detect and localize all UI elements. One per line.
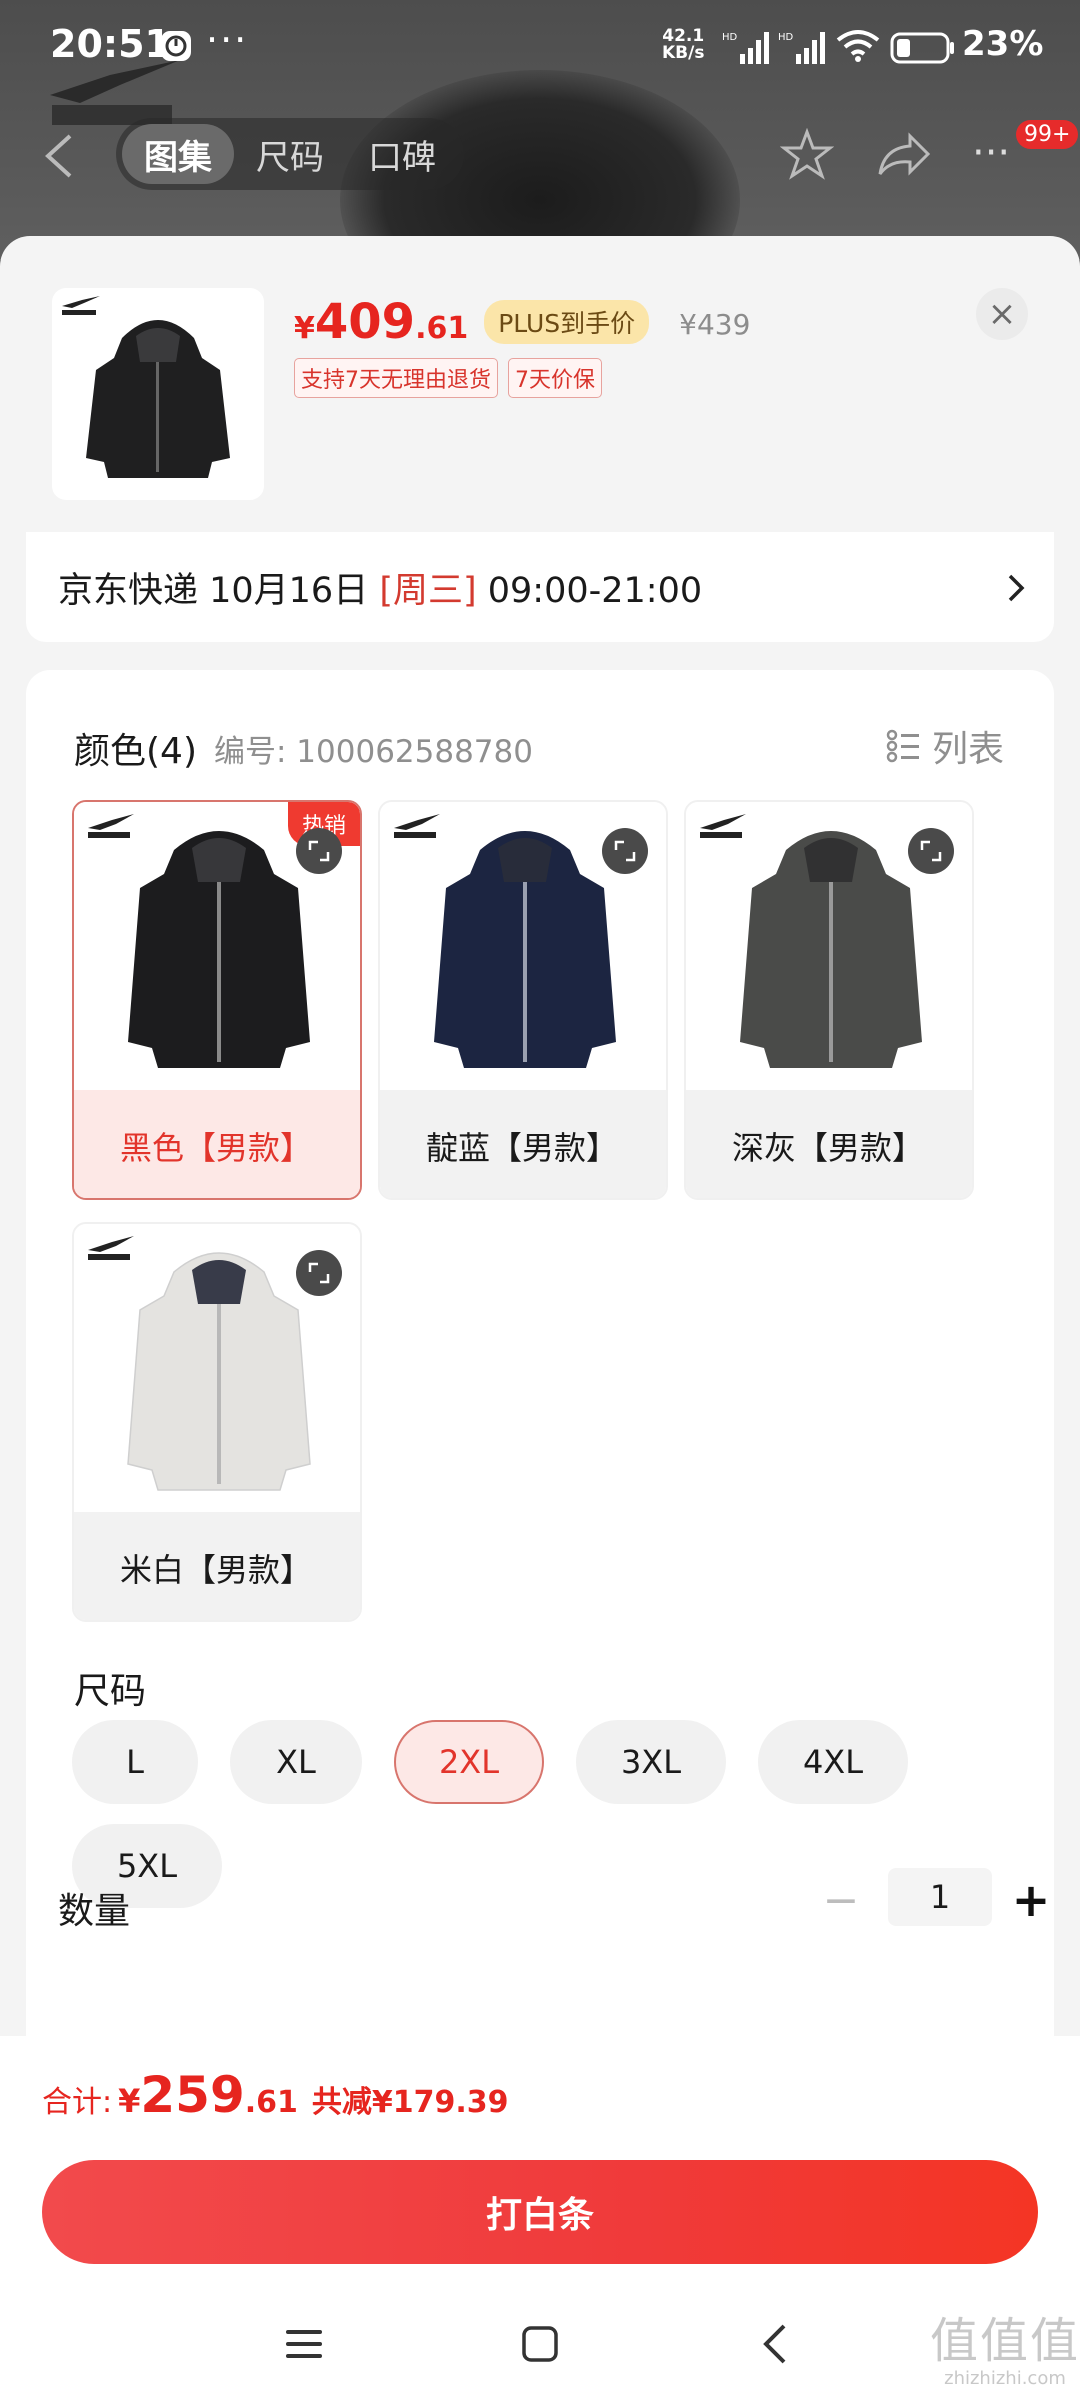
swatch-label: 米白【男款】 <box>74 1512 360 1620</box>
expand-icon[interactable] <box>296 828 342 874</box>
notification-dots: ··· <box>206 18 249 62</box>
total-integer: 259 <box>140 2066 245 2124</box>
checkout-footer: 合计: ¥ 259 .61 共减¥179.39 打白条 值值值 zhizhizh… <box>0 2036 1080 2400</box>
size-option-xl[interactable]: XL <box>230 1720 362 1804</box>
swatch-label: 深灰【男款】 <box>686 1090 972 1198</box>
watermark-logo: 值值值 <box>930 2313 1080 2369</box>
price-symbol: ¥ <box>294 311 315 346</box>
quantity-input[interactable]: 1 <box>888 1868 992 1926</box>
quantity-title: 数量 <box>58 1891 131 1932</box>
delivery-date: 京东快递 10月16日 <box>58 571 380 611</box>
expand-icon[interactable] <box>602 828 648 874</box>
signal-hd-label-2: HD <box>778 32 794 43</box>
original-price: ¥439 <box>679 308 751 341</box>
color-section-title: 颜色(4) <box>74 731 197 772</box>
tab-reviews[interactable]: 口碑 <box>346 124 458 184</box>
size-option-l[interactable]: L <box>72 1720 198 1804</box>
list-view-toggle[interactable]: 列表 <box>886 720 1004 772</box>
signal-icon-2: HD <box>778 32 825 64</box>
chevron-right-icon <box>1008 574 1025 602</box>
battery-icon <box>890 32 954 64</box>
timer-icon <box>161 31 191 61</box>
expand-icon[interactable] <box>296 1250 342 1296</box>
home-icon[interactable] <box>520 2324 560 2364</box>
product-thumbnail[interactable] <box>52 288 264 500</box>
product-nav-bar: 图集 尺码 口碑 ··· 99+ <box>0 110 1080 200</box>
total-decimal: .61 <box>244 2085 298 2120</box>
close-button[interactable]: × <box>976 288 1028 340</box>
quantity-decrease-button[interactable]: − <box>816 1878 866 1928</box>
favorite-star-icon[interactable] <box>780 128 834 182</box>
battery-percent: 23% <box>962 24 1044 64</box>
expand-icon[interactable] <box>908 828 954 874</box>
tag-return-policy: 支持7天无理由退货 <box>294 358 498 398</box>
service-tags: 支持7天无理由退货 7天价保 <box>294 358 602 398</box>
delivery-text: 京东快递 10月16日 [周三] 09:00-21:00 <box>58 562 702 613</box>
swatch-label: 靛蓝【男款】 <box>380 1090 666 1198</box>
color-option-off-white[interactable]: 米白【男款】 <box>72 1222 362 1622</box>
swatch-label: 黑色【男款】 <box>74 1090 360 1198</box>
more-badge: 99+ <box>1016 120 1079 149</box>
plus-price-badge: PLUS到手价 <box>484 300 650 344</box>
color-option-black[interactable]: 热销 黑色【男款】 <box>72 800 362 1200</box>
delivery-weekday: [周三] <box>379 571 477 611</box>
price-decimal: .61 <box>415 311 469 346</box>
signal-icon: HD <box>722 32 769 64</box>
site-watermark: 值值值 zhizhizhi.com <box>930 2314 1080 2400</box>
tab-size[interactable]: 尺码 <box>234 124 346 184</box>
delivery-info[interactable]: 京东快递 10月16日 [周三] 09:00-21:00 <box>26 532 1054 642</box>
color-option-indigo[interactable]: 靛蓝【男款】 <box>378 800 668 1200</box>
size-option-4xl[interactable]: 4XL <box>758 1720 908 1804</box>
tag-price-protection: 7天价保 <box>508 358 602 398</box>
jacket-thumbnail-image <box>62 296 230 478</box>
share-icon[interactable] <box>876 128 932 182</box>
list-label: 列表 <box>932 729 1005 770</box>
size-section-title: 尺码 <box>74 1671 147 1712</box>
sku-number: 编号: 100062588780 <box>214 734 533 770</box>
quantity-increase-button[interactable]: + <box>1006 1876 1056 1926</box>
nav-tabs: 图集 尺码 口碑 <box>116 118 464 190</box>
back-arrow-icon[interactable] <box>40 132 80 180</box>
total-saving: 共减¥179.39 <box>311 2085 509 2120</box>
sheet-header: ¥ 409 .61 PLUS到手价 ¥439 支持7天无理由退货 7天价保 × <box>0 236 1080 526</box>
watermark-text: zhizhizhi.com <box>944 2368 1066 2389</box>
status-time: 20:51 <box>50 22 171 66</box>
size-option-3xl[interactable]: 3XL <box>576 1720 726 1804</box>
wifi-icon <box>836 30 880 62</box>
total-label: 合计: <box>42 2085 113 2120</box>
price-integer: 409 <box>314 294 416 350</box>
size-option-2xl[interactable]: 2XL <box>394 1720 544 1804</box>
status-bar: 20:51 ··· 42.1 KB/s HD HD 23% <box>0 0 1080 96</box>
speed-unit: KB/s <box>662 43 705 63</box>
delivery-time-window: 09:00-21:00 <box>476 571 703 611</box>
tab-gallery[interactable]: 图集 <box>122 124 234 184</box>
system-nav-bar: 值值值 zhizhizhi.com <box>0 2304 1080 2400</box>
signal-hd-label: HD <box>722 32 738 43</box>
price-row: ¥ 409 .61 PLUS到手价 ¥439 <box>294 294 750 350</box>
system-back-icon[interactable] <box>758 2322 792 2366</box>
baitiao-pay-button[interactable]: 打白条 <box>42 2160 1038 2264</box>
menu-icon[interactable] <box>284 2326 324 2362</box>
network-speed: 42.1 KB/s <box>662 28 704 62</box>
list-icon <box>886 729 919 763</box>
color-option-dark-grey[interactable]: 深灰【男款】 <box>684 800 974 1200</box>
close-icon: × <box>987 294 1017 334</box>
total-row: 合计: ¥ 259 .61 共减¥179.39 <box>42 2066 509 2124</box>
total-symbol: ¥ <box>118 2082 141 2120</box>
